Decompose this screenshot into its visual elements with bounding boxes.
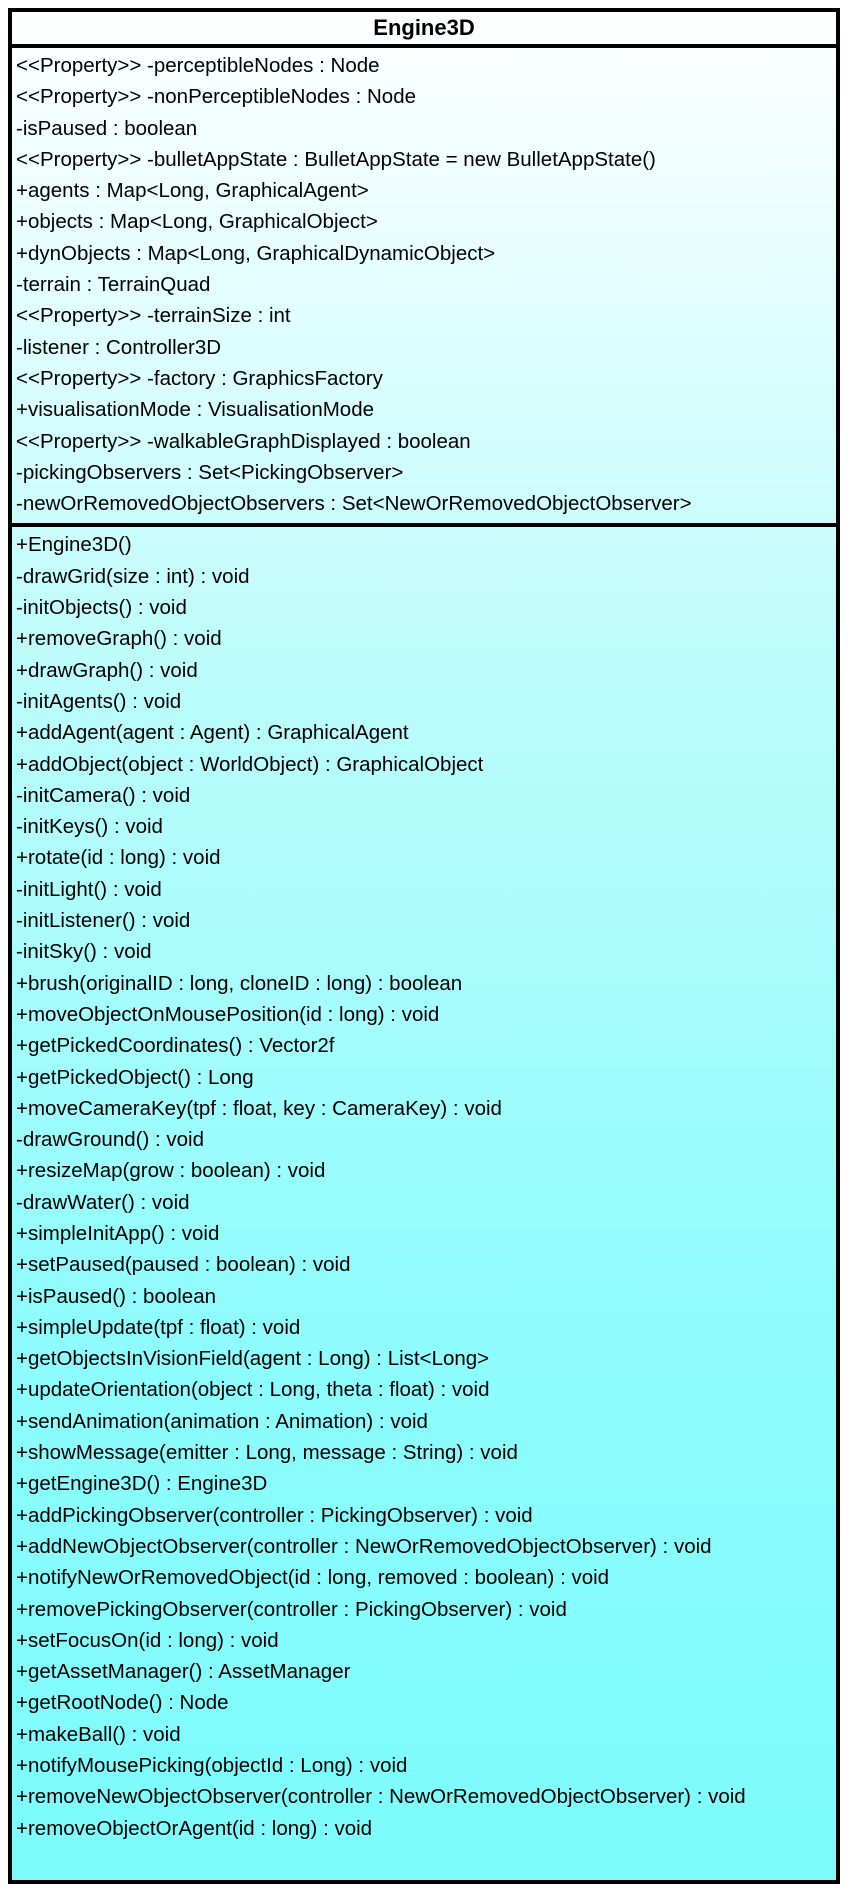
operation-item: -initCamera() : void xyxy=(16,783,191,807)
attribute-item: +visualisationMode : VisualisationMode xyxy=(16,398,375,422)
operation-item: -initObjects() : void xyxy=(16,596,187,620)
operation-item: +isPaused() : boolean xyxy=(16,1284,217,1308)
operation-item: -initListener() : void xyxy=(16,909,191,933)
operation-item: +notifyNewOrRemovedObject(id : long, rem… xyxy=(16,1566,610,1590)
operation-item: +Engine3D() xyxy=(16,533,132,557)
operation-item: +resizeMap(grow : boolean) : void xyxy=(16,1159,326,1183)
operation-item: -drawWater() : void xyxy=(16,1190,190,1214)
attribute-item: <<Property>> -walkableGraphDisplayed : b… xyxy=(16,429,471,453)
operation-item: +moveObjectOnMousePosition(id : long) : … xyxy=(16,1002,440,1026)
operation-item: -initKeys() : void xyxy=(16,815,163,839)
attribute-item: -listener : Controller3D xyxy=(16,335,222,359)
operation-item: +simpleUpdate(tpf : float) : void xyxy=(16,1315,301,1339)
attribute-item: +agents : Map<Long, GraphicalAgent> xyxy=(16,179,369,203)
operation-item: +getPickedCoordinates() : Vector2f xyxy=(16,1034,335,1058)
operation-item: -initSky() : void xyxy=(16,940,152,964)
operation-item: +drawGraph() : void xyxy=(16,658,198,682)
operation-item: +addNewObjectObserver(controller : NewOr… xyxy=(16,1534,712,1558)
operation-item: +setFocusOn(id : long) : void xyxy=(16,1628,279,1652)
attribute-item: <<Property>> -bulletAppState : BulletApp… xyxy=(16,147,656,171)
operation-item: +notifyMousePicking(objectId : Long) : v… xyxy=(16,1754,408,1778)
operation-item: +removeObjectOrAgent(id : long) : void xyxy=(16,1816,373,1840)
operation-item: +addPickingObserver(controller : Picking… xyxy=(16,1503,533,1527)
operation-item: +removeNewObjectObserver(controller : Ne… xyxy=(16,1785,746,1809)
operation-item: +makeBall() : void xyxy=(16,1722,181,1746)
attribute-item: -isPaused : boolean xyxy=(16,116,198,140)
operation-item: +addObject(object : WorldObject) : Graph… xyxy=(16,752,484,776)
operation-item: +rotate(id : long) : void xyxy=(16,846,221,870)
attributes-compartment: <<Property>> -perceptibleNodes : Node <<P… xyxy=(12,48,836,528)
attribute-item: -newOrRemovedObjectObservers : Set<NewOr… xyxy=(16,492,692,516)
operation-item: +getAssetManager() : AssetManager xyxy=(16,1660,351,1684)
attribute-item: -pickingObservers : Set<PickingObserver> xyxy=(16,460,404,484)
attribute-item: +objects : Map<Long, GraphicalObject> xyxy=(16,210,378,234)
operation-item: +moveCameraKey(tpf : float, key : Camera… xyxy=(16,1096,502,1120)
operation-item: +getRootNode() : Node xyxy=(16,1691,229,1715)
operations-compartment: +Engine3D() -drawGrid(size : int) : void -… xyxy=(12,527,836,1880)
uml-class-box: Engine3D <<Property>> -perceptibleNodes … xyxy=(8,8,840,1884)
operation-item: +getPickedObject() : Long xyxy=(16,1065,254,1089)
operation-item: +brush(originalID : long, cloneID : long… xyxy=(16,971,463,995)
attribute-item: <<Property>> -perceptibleNodes : Node xyxy=(16,54,380,77)
operation-item: -initAgents() : void xyxy=(16,689,182,713)
operation-item: +removeGraph() : void xyxy=(16,627,222,651)
operation-item: +sendAnimation(animation : Animation) : … xyxy=(16,1409,428,1433)
operation-item: +removePickingObserver(controller : Pick… xyxy=(16,1597,567,1621)
class-name: Engine3D xyxy=(12,12,836,48)
operation-item: +showMessage(emitter : Long, message : S… xyxy=(16,1441,518,1465)
operation-item: +setPaused(paused : boolean) : void xyxy=(16,1253,351,1277)
attribute-item: <<Property>> -terrainSize : int xyxy=(16,304,291,328)
operation-item: +updateOrientation(object : Long, theta … xyxy=(16,1378,490,1402)
operation-item: +simpleInitApp() : void xyxy=(16,1221,220,1245)
operation-item: +getObjectsInVisionField(agent : Long) :… xyxy=(16,1347,490,1371)
attribute-item: <<Property>> -nonPerceptibleNodes : Node xyxy=(16,85,417,109)
operation-item: +addAgent(agent : Agent) : GraphicalAgen… xyxy=(16,721,409,745)
attribute-item: <<Property>> -factory : GraphicsFactory xyxy=(16,366,383,390)
operation-item: -drawGround() : void xyxy=(16,1128,204,1152)
attribute-item: -terrain : TerrainQuad xyxy=(16,273,211,297)
operation-item: +getEngine3D() : Engine3D xyxy=(16,1472,268,1496)
operation-item: -drawGrid(size : int) : void xyxy=(16,564,250,588)
attribute-item: +dynObjects : Map<Long, GraphicalDynamic… xyxy=(16,241,496,265)
operation-item: -initLight() : void xyxy=(16,877,162,901)
